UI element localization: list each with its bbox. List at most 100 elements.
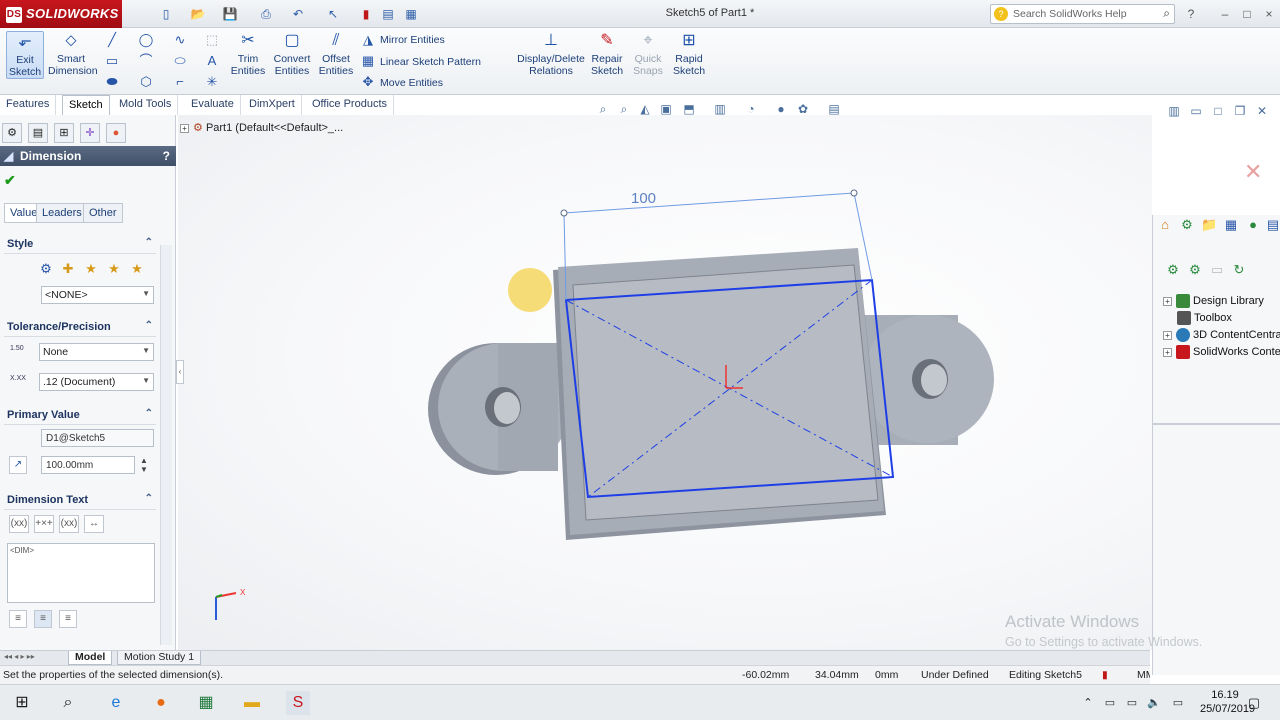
reverse-direction-icon[interactable]: ↗ (9, 456, 27, 474)
tab-office-products[interactable]: Office Products (306, 95, 394, 115)
primary-value-group-header[interactable]: Primary Value ⌃ (4, 407, 156, 425)
inspection-dimension-icon[interactable]: (xx) (59, 515, 79, 533)
precision-select[interactable]: .12 (Document) ▼ (39, 373, 154, 391)
tab-dimxpert[interactable]: DimXpert (243, 95, 302, 115)
circle-icon[interactable]: ◯ (138, 32, 154, 48)
expand-icon[interactable]: + (1163, 330, 1172, 340)
graphics-area[interactable]: 100 X ✕ (178, 115, 1262, 650)
tab-leaders[interactable]: Leaders (36, 203, 88, 223)
print-icon[interactable]: ⎙ (258, 6, 274, 22)
tp-3d-content-central[interactable]: +3D ContentCentral (1163, 328, 1280, 342)
previous-view-icon[interactable]: ◭ (637, 101, 653, 117)
viewport-tile-icon[interactable]: ▥ (1166, 103, 1182, 119)
rebuild-icon[interactable]: ▮ (358, 6, 374, 22)
undo-icon[interactable]: ↶ (290, 6, 306, 22)
trim-entities-button[interactable]: ✂ Trim Entities (228, 31, 268, 77)
zoom-to-fit-icon[interactable]: ⌕ (595, 101, 611, 117)
grid-icon[interactable]: ⬚ (204, 32, 220, 48)
style-group-header[interactable]: Style ⌃ (4, 236, 156, 254)
feature-manager-tab-icon[interactable]: ⚙ (2, 123, 22, 143)
rapid-sketch-button[interactable]: ⊞ Rapid Sketch (670, 31, 708, 77)
polygon-icon[interactable]: ⬡ (138, 74, 154, 90)
viewport-close-icon[interactable]: ✕ (1254, 103, 1270, 119)
smart-dimension-button[interactable]: ⬦ Smart Dimension (48, 31, 98, 77)
home-icon[interactable]: ⌂ (1157, 217, 1173, 233)
start-icon[interactable]: ⊞ (10, 691, 34, 715)
convert-entities-button[interactable]: ▢ Convert Entities (270, 31, 314, 77)
excel-icon[interactable]: ▦ (194, 691, 218, 715)
dimension-text-group-header[interactable]: Dimension Text ⌃ (4, 492, 156, 510)
display-manager-tab-icon[interactable]: ● (106, 123, 126, 143)
tab-model[interactable]: Model (68, 651, 113, 665)
exit-sketch-button[interactable]: ⬐ Exit Sketch (6, 31, 44, 79)
file-explorer-icon[interactable]: ▬ (240, 691, 264, 715)
section-view-icon[interactable]: ▣ (658, 101, 674, 117)
zoom-area-icon[interactable]: ⌕ (616, 101, 632, 117)
spline-icon[interactable]: ∿ (172, 32, 188, 48)
new-document-icon[interactable]: ▯ (158, 6, 174, 22)
expand-icon[interactable]: + (1163, 347, 1172, 357)
style-add-icon[interactable]: ✚ (60, 261, 76, 277)
repair-sketch-button[interactable]: ✎ Repair Sketch (588, 31, 626, 77)
style-apply-icon[interactable]: ⚙ (38, 261, 54, 277)
view-palette-icon[interactable]: ▦ (1223, 217, 1239, 233)
search-icon[interactable]: ⌕ (56, 691, 80, 715)
text-icon[interactable]: A (204, 53, 220, 69)
edge-icon[interactable]: e (104, 691, 128, 715)
dimension-text-area[interactable]: <DIM> (7, 543, 155, 603)
align-right-icon[interactable]: ≡ (59, 610, 77, 628)
viewport-max-icon[interactable]: □ (1210, 103, 1226, 119)
app-logo[interactable]: DS SOLIDWORKS (0, 0, 122, 28)
add-to-library-icon[interactable]: ⚙ (1165, 262, 1181, 278)
parentheses-icon[interactable]: (xx) (9, 515, 29, 533)
battery-icon[interactable]: ▭ (1120, 691, 1144, 715)
tab-sketch[interactable]: Sketch (62, 95, 110, 115)
collapse-icon[interactable]: ⌃ (145, 408, 153, 419)
scene-icon[interactable]: ✿ (795, 101, 811, 117)
style-save-icon[interactable]: ★ (106, 261, 122, 277)
file-properties-icon[interactable]: ▤ (380, 6, 396, 22)
solidworks-taskbar-icon[interactable]: S (286, 691, 310, 715)
style-select[interactable]: <NONE> ▼ (41, 286, 154, 304)
minimize-button[interactable]: – (1216, 5, 1234, 23)
select-cursor-icon[interactable]: ↖ (325, 6, 341, 22)
view-orientation-icon[interactable]: ⬒ (681, 101, 697, 117)
collapse-icon[interactable]: ⌃ (145, 320, 153, 331)
tab-other[interactable]: Other (83, 203, 123, 223)
magnifier-icon[interactable]: ⌕ (1163, 6, 1170, 21)
line-icon[interactable]: ╱ (104, 32, 120, 48)
dimension-line[interactable] (563, 192, 855, 214)
save-icon[interactable]: 💾 (222, 6, 238, 22)
collapse-icon[interactable]: ⌃ (145, 237, 153, 248)
feature-tree-root[interactable]: + ⚙ Part1 (Default<<Default>_... (180, 121, 343, 134)
dimension-name-field[interactable]: D1@Sketch5 (41, 429, 154, 447)
refresh-icon[interactable]: ↻ (1231, 262, 1247, 278)
tp-solidworks-content[interactable]: + SolidWorks Content (1163, 345, 1280, 359)
value-spinner[interactable]: ▲ ▼ (140, 456, 148, 474)
add-file-location-icon[interactable]: ⚙ (1187, 262, 1203, 278)
dimension-handle-right[interactable] (850, 189, 858, 197)
mirror-entities-button[interactable]: Mirror Entities (380, 34, 445, 46)
status-units[interactable]: MMGS (1137, 669, 1150, 681)
collapse-icon[interactable]: ⌃ (145, 493, 153, 504)
tolerance-group-header[interactable]: Tolerance/Precision ⌃ (4, 319, 156, 337)
configuration-manager-tab-icon[interactable]: ⊞ (54, 123, 74, 143)
close-button[interactable]: × (1260, 5, 1278, 23)
move-entities-button[interactable]: Move Entities (380, 77, 443, 89)
tab-evaluate[interactable]: Evaluate (185, 95, 241, 115)
tab-scroll-arrows[interactable]: ◂◂ ◂ ▸ ▸▸ (4, 652, 35, 661)
display-style-icon[interactable]: ▥ (712, 101, 728, 117)
collapse-panel-handle[interactable]: ‹ (176, 360, 184, 384)
network-icon[interactable]: ▭ (1098, 691, 1122, 715)
pm-scrollbar[interactable] (160, 245, 172, 645)
tray-chevron-icon[interactable]: ⌃ (1076, 691, 1100, 715)
file-explorer-icon[interactable]: 📁 (1201, 217, 1217, 233)
volume-icon[interactable]: 🔈 (1142, 691, 1166, 715)
dimxpert-manager-tab-icon[interactable]: ✛ (80, 123, 100, 143)
dimension-value-field[interactable]: 100.00mm (41, 456, 135, 474)
expand-icon[interactable]: + (180, 124, 189, 133)
property-manager-tab-icon[interactable]: ▤ (28, 123, 48, 143)
dimension-handle-left[interactable] (560, 209, 568, 217)
offset-entities-button[interactable]: ⫽ Offset Entities (316, 31, 356, 77)
rebuild-status-icon[interactable]: ▮ (1102, 669, 1108, 681)
